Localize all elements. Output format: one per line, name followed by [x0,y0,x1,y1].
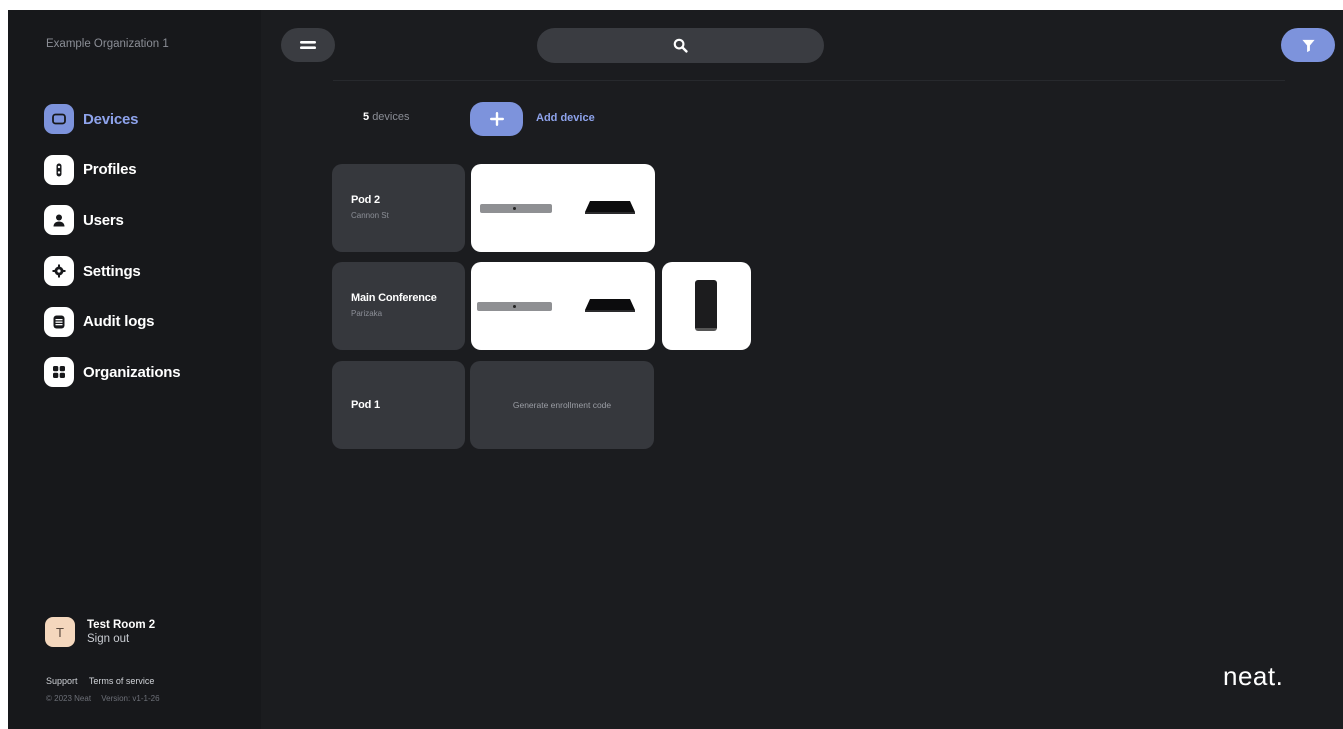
copyright-text: © 2023 Neat [46,694,92,703]
organization-name[interactable]: Example Organization 1 [46,38,169,50]
sidebar-item-organizations[interactable]: Organizations [44,357,181,388]
room-card-pod-2[interactable]: Pod 2 Cannon St [332,164,465,252]
device-count: 5 devices [363,111,409,123]
footer-meta: © 2023 Neat Version: v1-1-26 [46,694,168,703]
app-window: Example Organization 1 Devices Profiles … [8,10,1343,729]
video-bar-icon [480,204,552,213]
search-bar[interactable] [537,28,824,63]
sidebar: Example Organization 1 Devices Profiles … [8,10,261,729]
organizations-icon [44,357,74,388]
device-count-number: 5 [363,111,370,123]
video-bar-icon [477,302,552,311]
user-text: Test Room 2 Sign out [87,619,155,645]
device-count-label: devices [372,111,410,123]
user-name: Test Room 2 [87,619,156,631]
enrollment-text: Generate enrollment code [512,399,612,410]
room-card-pod-1[interactable]: Pod 1 [332,361,465,449]
footer-links: Support Terms of service [46,676,163,686]
sidebar-item-label: Devices [83,110,139,128]
sidebar-item-profiles[interactable]: Profiles [44,154,180,185]
plus-icon [489,112,504,126]
sidebar-item-label: Settings [83,262,141,280]
settings-icon [44,256,74,287]
room-name: Pod 1 [351,399,380,411]
menu-icon [300,41,316,49]
compute-box-icon [585,201,635,214]
compute-box-icon [585,299,635,312]
room-location: Cannon St [351,211,389,220]
touch-pad-icon [695,280,717,331]
device-card[interactable] [471,262,655,350]
room-location: Parizaka [351,309,383,318]
room-name: Main Conference [351,292,437,304]
devices-icon [44,104,74,134]
search-icon [673,38,688,53]
header-divider [333,80,1285,81]
avatar[interactable]: T [45,617,75,647]
sidebar-nav: Devices Profiles Users Settings Audit lo… [44,104,181,408]
sidebar-item-label: Profiles [83,161,137,179]
device-card[interactable] [471,164,655,252]
sign-out-link[interactable]: Sign out [87,633,155,645]
generate-enrollment-code-button[interactable]: Generate enrollment code [470,361,654,449]
add-device-link[interactable]: Add device [536,112,595,124]
sidebar-item-label: Users [83,211,124,229]
sidebar-item-users[interactable]: Users [44,205,180,236]
terms-link[interactable]: Terms of service [89,676,155,686]
main-content: 5 devices Add device Pod 2 Cannon St Mai… [261,10,1343,729]
users-icon [44,205,74,236]
audit-logs-icon [44,306,74,337]
user-profile: T Test Room 2 Sign out [45,617,155,647]
neat-logo: neat. [1223,661,1284,691]
filter-icon [1301,39,1315,52]
version-text: Version: v1-1-26 [101,694,160,703]
add-device-button[interactable] [470,102,523,136]
sidebar-item-settings[interactable]: Settings [44,256,180,287]
device-card-pad[interactable] [662,262,751,350]
profiles-icon [44,154,74,185]
menu-button[interactable] [281,28,335,62]
support-link[interactable]: Support [46,676,78,686]
filter-button[interactable] [1281,28,1335,62]
sidebar-item-label: Organizations [83,363,181,381]
sidebar-item-label: Audit logs [83,313,155,331]
room-name: Pod 2 [351,194,380,206]
sidebar-item-devices[interactable]: Devices [44,104,180,134]
room-card-main-conference[interactable]: Main Conference Parizaka [332,262,465,350]
sidebar-item-audit-logs[interactable]: Audit logs [44,306,180,337]
